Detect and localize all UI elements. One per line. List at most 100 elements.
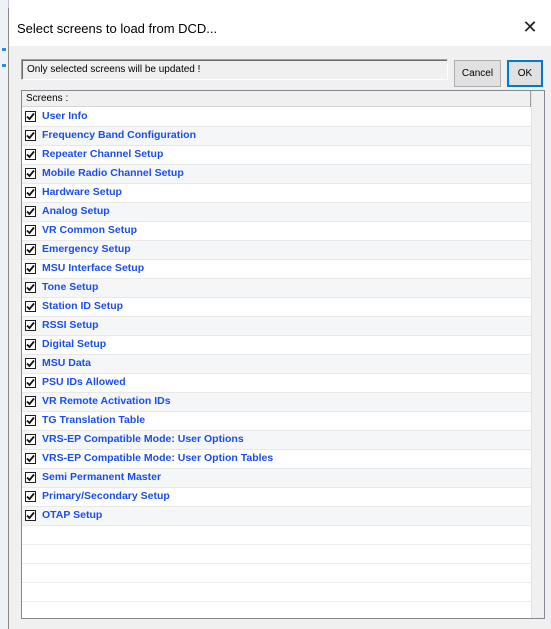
checkmark-icon xyxy=(26,511,35,520)
checkbox[interactable] xyxy=(25,339,36,350)
checkbox[interactable] xyxy=(25,301,36,312)
column-header-screens[interactable]: Screens : xyxy=(22,91,530,107)
close-icon[interactable]: ✕ xyxy=(508,8,551,46)
cancel-button[interactable]: Cancel xyxy=(454,60,501,87)
list-item-label: Repeater Channel Setup xyxy=(42,148,164,160)
list-item[interactable]: TG Translation Table xyxy=(22,412,531,431)
list-item-label: VR Remote Activation IDs xyxy=(42,395,171,407)
screens-rows: User Info Frequency Band Configuration Rep… xyxy=(22,108,531,618)
empty-row xyxy=(22,564,531,583)
list-item[interactable]: Primary/Secondary Setup xyxy=(22,488,531,507)
list-item[interactable]: MSU Interface Setup xyxy=(22,260,531,279)
checkbox[interactable] xyxy=(25,111,36,122)
checkbox[interactable] xyxy=(25,282,36,293)
list-item[interactable]: Digital Setup xyxy=(22,336,531,355)
list-item[interactable]: MSU Data xyxy=(22,355,531,374)
list-item[interactable]: RSSI Setup xyxy=(22,317,531,336)
checkmark-icon xyxy=(26,378,35,387)
checkmark-icon xyxy=(26,245,35,254)
checkbox[interactable] xyxy=(25,244,36,255)
list-item-label: TG Translation Table xyxy=(42,414,146,426)
checkmark-icon xyxy=(26,169,35,178)
empty-row xyxy=(22,583,531,602)
checkmark-icon xyxy=(26,340,35,349)
checkbox[interactable] xyxy=(25,472,36,483)
checkmark-icon xyxy=(26,283,35,292)
checkbox[interactable] xyxy=(25,320,36,331)
checkbox[interactable] xyxy=(25,187,36,198)
list-item[interactable]: OTAP Setup xyxy=(22,507,531,526)
list-item-label: MSU Data xyxy=(42,357,92,369)
vertical-scrollbar[interactable] xyxy=(531,91,544,618)
list-item[interactable]: VRS-EP Compatible Mode: User Options xyxy=(22,431,531,450)
checkbox[interactable] xyxy=(25,434,36,445)
list-item-label: Tone Setup xyxy=(42,281,99,293)
checkbox[interactable] xyxy=(25,168,36,179)
list-item-label: Digital Setup xyxy=(42,338,107,350)
list-item[interactable]: User Info xyxy=(22,108,531,127)
list-item[interactable]: Station ID Setup xyxy=(22,298,531,317)
screens-list[interactable]: Screens : User Info Frequency Band Config… xyxy=(21,90,545,619)
list-item[interactable]: VR Remote Activation IDs xyxy=(22,393,531,412)
checkmark-icon xyxy=(26,492,35,501)
checkbox[interactable] xyxy=(25,149,36,160)
ok-button[interactable]: OK xyxy=(507,60,543,87)
list-item-label: Semi Permanent Master xyxy=(42,471,162,483)
list-item-label: User Info xyxy=(42,110,88,122)
parent-marker xyxy=(2,48,6,51)
title-bar: Select screens to load from DCD... ✕ xyxy=(9,8,551,46)
checkmark-icon xyxy=(26,416,35,425)
list-item-label: OTAP Setup xyxy=(42,509,103,521)
checkmark-icon xyxy=(26,226,35,235)
list-item[interactable]: VR Common Setup xyxy=(22,222,531,241)
list-item-label: Emergency Setup xyxy=(42,243,131,255)
dialog-title: Select screens to load from DCD... xyxy=(17,21,218,36)
list-item-label: VRS-EP Compatible Mode: User Options xyxy=(42,433,244,445)
empty-row xyxy=(22,545,531,564)
info-message: Only selected screens will be updated ! xyxy=(21,59,448,80)
checkbox[interactable] xyxy=(25,491,36,502)
checkmark-icon xyxy=(26,150,35,159)
list-item-label: Analog Setup xyxy=(42,205,110,217)
checkbox[interactable] xyxy=(25,377,36,388)
list-item-label: PSU IDs Allowed xyxy=(42,376,126,388)
checkmark-icon xyxy=(26,264,35,273)
checkmark-icon xyxy=(26,397,35,406)
list-item[interactable]: Analog Setup xyxy=(22,203,531,222)
empty-row xyxy=(22,526,531,545)
list-item-label: VR Common Setup xyxy=(42,224,138,236)
list-item-label: VRS-EP Compatible Mode: User Option Tabl… xyxy=(42,452,274,464)
list-item[interactable]: Repeater Channel Setup xyxy=(22,146,531,165)
list-item[interactable]: Emergency Setup xyxy=(22,241,531,260)
empty-row xyxy=(22,602,531,618)
checkbox[interactable] xyxy=(25,396,36,407)
list-item[interactable]: Mobile Radio Channel Setup xyxy=(22,165,531,184)
checkbox[interactable] xyxy=(25,130,36,141)
list-item-label: Frequency Band Configuration xyxy=(42,129,197,141)
list-item[interactable]: Hardware Setup xyxy=(22,184,531,203)
checkbox[interactable] xyxy=(25,358,36,369)
checkmark-icon xyxy=(26,188,35,197)
parent-marker xyxy=(2,64,6,67)
list-item[interactable]: PSU IDs Allowed xyxy=(22,374,531,393)
checkbox[interactable] xyxy=(25,225,36,236)
checkmark-icon xyxy=(26,302,35,311)
checkmark-icon xyxy=(26,131,35,140)
list-item-label: Hardware Setup xyxy=(42,186,122,198)
checkmark-icon xyxy=(26,359,35,368)
checkbox[interactable] xyxy=(25,263,36,274)
list-item[interactable]: Tone Setup xyxy=(22,279,531,298)
checkbox[interactable] xyxy=(25,453,36,464)
checkmark-icon xyxy=(26,435,35,444)
list-item[interactable]: Semi Permanent Master xyxy=(22,469,531,488)
checkmark-icon xyxy=(26,112,35,121)
checkmark-icon xyxy=(26,321,35,330)
checkbox[interactable] xyxy=(25,510,36,521)
list-item[interactable]: Frequency Band Configuration xyxy=(22,127,531,146)
checkmark-icon xyxy=(26,454,35,463)
checkbox[interactable] xyxy=(25,415,36,426)
checkbox[interactable] xyxy=(25,206,36,217)
checkmark-icon xyxy=(26,207,35,216)
list-item[interactable]: VRS-EP Compatible Mode: User Option Tabl… xyxy=(22,450,531,469)
list-item-label: Station ID Setup xyxy=(42,300,124,312)
